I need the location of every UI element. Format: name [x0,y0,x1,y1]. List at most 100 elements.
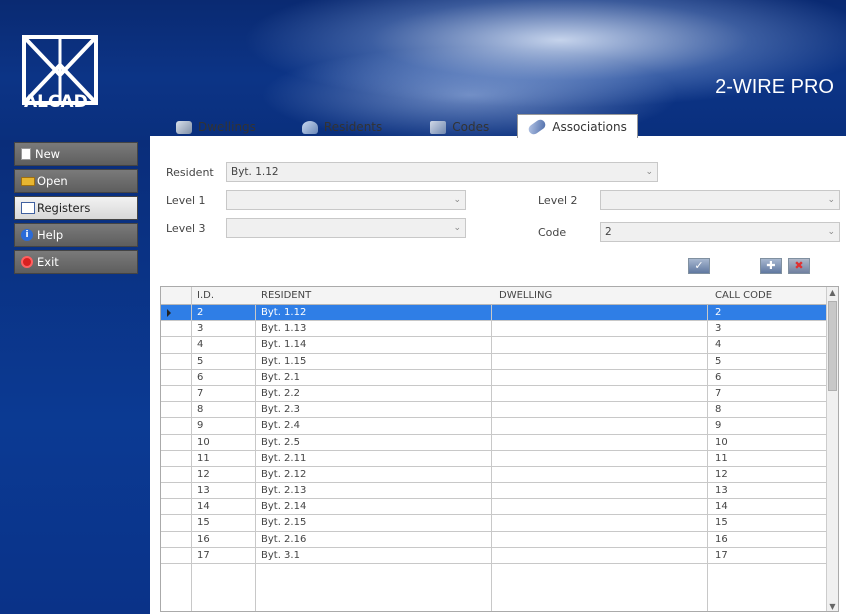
cell-id: 16 [197,533,210,545]
cell-call-code: 5 [715,355,722,367]
table-row[interactable]: 14 Byt. 2.14 14 [161,499,827,516]
menu-open-button[interactable]: Open [14,169,138,193]
cell-id: 3 [197,323,204,335]
cell-call-code: 12 [715,468,728,480]
current-row-arrow-icon [167,309,171,317]
cell-call-code: 10 [715,436,728,448]
cell-id: 10 [197,436,210,448]
associate-button[interactable]: ✓ [688,258,710,274]
cell-resident: Byt. 1.13 [261,323,307,335]
tab-dwellings-label: Dwellings [198,120,256,134]
menu-exit-button[interactable]: Exit [14,250,138,274]
table-row[interactable]: 13 Byt. 2.13 13 [161,483,827,500]
grid-body: 2 Byt. 1.12 2 3 Byt. 1.13 3 4 Byt. 1.14 4 5 Byt. 1… [161,305,827,564]
table-row[interactable]: 17 Byt. 3.1 17 [161,548,827,564]
level1-combo[interactable]: ⌄ [226,190,466,210]
menu-exit-label: Exit [37,255,59,269]
table-row[interactable]: 12 Byt. 2.12 12 [161,467,827,484]
menu-help-button[interactable]: i Help [14,223,138,247]
cell-call-code: 9 [715,420,722,432]
col-divider [707,305,708,611]
code-combo[interactable]: 2 ⌄ [600,222,840,242]
cell-id: 5 [197,355,204,367]
resident-label: Resident [166,166,214,179]
cell-id: 8 [197,404,204,416]
tab-dwellings[interactable]: Dwellings [166,116,266,138]
table-row[interactable]: 7 Byt. 2.2 7 [161,386,827,403]
grid-scrollbar[interactable]: ▲ ▼ [826,287,838,611]
code-combo-value: 2 [605,226,612,238]
cell-id: 2 [197,307,204,318]
level1-label: Level 1 [166,194,206,207]
codes-icon [430,120,447,134]
product-title: 2-WIRE PRO [715,76,834,98]
cell-call-code: 7 [715,387,722,399]
tab-residents[interactable]: Residents [292,116,392,138]
menu-registers-label: Registers [37,201,91,215]
col-id-header[interactable]: I.D. [197,290,214,301]
col-callcode-header[interactable]: CALL CODE [715,290,772,301]
table-row[interactable]: 3 Byt. 1.13 3 [161,321,827,338]
table-row[interactable]: 11 Byt. 2.11 11 [161,451,827,467]
level2-combo[interactable]: ⌄ [600,190,840,210]
cell-call-code: 11 [715,452,728,464]
menu-open-label: Open [37,174,68,188]
menu-new-button[interactable]: New [14,142,138,166]
table-row[interactable]: 2 Byt. 1.12 2 [161,305,827,322]
grid-header: I.D. RESIDENT DWELLING CALL CODE [161,287,827,305]
info-icon: i [21,229,33,241]
chevron-down-icon: ⌄ [453,223,461,233]
cell-call-code: 6 [715,371,722,383]
table-row[interactable]: 8 Byt. 2.3 8 [161,402,827,419]
left-panel: New Open Registers i Help Exit [0,140,150,614]
cell-resident: Byt. 1.15 [261,355,307,367]
scroll-up-icon[interactable]: ▲ [827,287,838,299]
cell-resident: Byt. 1.14 [261,339,307,351]
delete-button[interactable]: ✖ [788,258,810,274]
tab-associations[interactable]: Associations [517,114,638,138]
chevron-down-icon: ⌄ [453,195,461,205]
scroll-down-icon[interactable]: ▼ [827,601,838,611]
tab-codes[interactable]: Codes [420,116,499,138]
cell-resident: Byt. 2.14 [261,501,307,513]
chevron-down-icon: ⌄ [827,227,835,237]
cell-resident: Byt. 3.1 [261,549,300,561]
menu-registers-button[interactable]: Registers [14,196,138,220]
table-row[interactable]: 15 Byt. 2.15 15 [161,515,827,532]
cell-resident: Byt. 2.2 [261,387,300,399]
associations-link-icon [527,117,548,136]
level3-combo[interactable]: ⌄ [226,218,466,238]
side-menu: New Open Registers i Help Exit [14,142,138,277]
cell-resident: Byt. 2.4 [261,420,300,432]
col-dwelling-header[interactable]: DWELLING [499,290,552,301]
cell-id: 13 [197,485,210,497]
cell-call-code: 2 [715,307,722,318]
cell-id: 4 [197,339,204,351]
cell-id: 14 [197,501,210,513]
col-resident-header[interactable]: RESIDENT [261,290,311,301]
menu-new-label: New [35,147,61,161]
tab-codes-label: Codes [452,120,490,134]
add-button[interactable]: ✚ [760,258,782,274]
table-row[interactable]: 10 Byt. 2.5 10 [161,435,827,451]
resident-combo[interactable]: Byt. 1.12 ⌄ [226,162,658,182]
cell-call-code: 3 [715,323,722,335]
cell-id: 7 [197,387,204,399]
table-row[interactable]: 4 Byt. 1.14 4 [161,337,827,354]
registers-edit-icon [21,202,35,214]
cell-resident: Byt. 2.5 [261,436,300,448]
cell-resident: Byt. 2.11 [261,452,307,464]
table-row[interactable]: 9 Byt. 2.4 9 [161,418,827,435]
cell-id: 17 [197,549,210,561]
table-row[interactable]: 6 Byt. 2.1 6 [161,370,827,386]
chevron-down-icon: ⌄ [827,195,835,205]
main-panel: Dwellings Residents Codes Associations R… [150,114,846,614]
cell-call-code: 13 [715,485,728,497]
scroll-thumb[interactable] [828,301,837,391]
cell-resident: Byt. 2.1 [261,371,300,383]
cell-resident: Byt. 2.13 [261,485,307,497]
table-row[interactable]: 5 Byt. 1.15 5 [161,354,827,370]
cell-resident: Byt. 2.12 [261,468,307,480]
table-row[interactable]: 16 Byt. 2.16 16 [161,532,827,548]
cell-call-code: 16 [715,533,728,545]
